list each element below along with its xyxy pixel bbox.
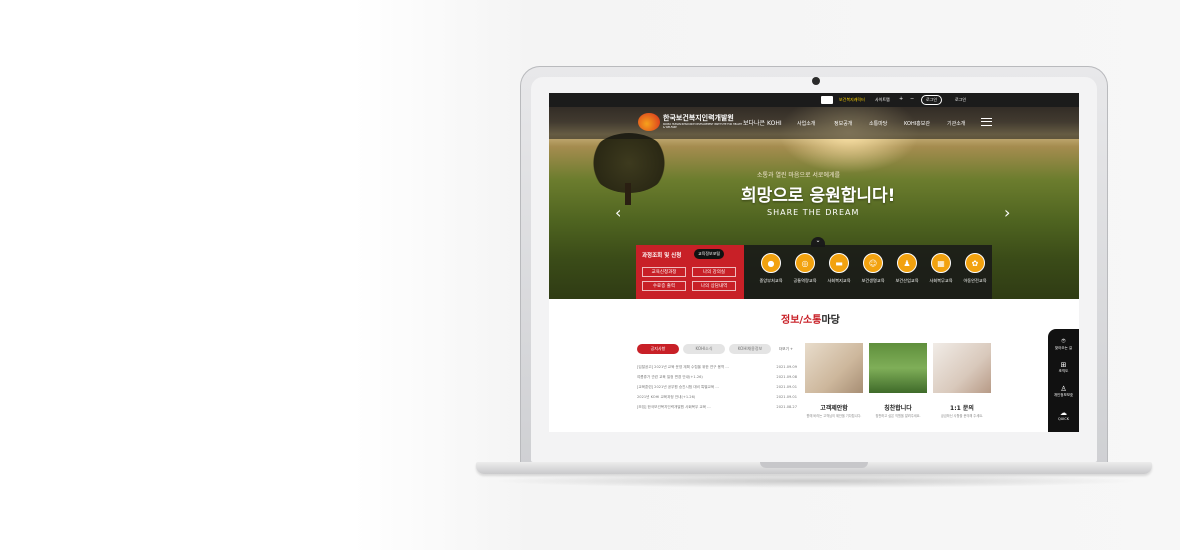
login-link[interactable]: 로그인 bbox=[955, 97, 966, 103]
hero-prev-arrow-icon[interactable]: ‹ bbox=[615, 203, 621, 222]
quick-item-privacy[interactable]: ♙ 개인정보보호 bbox=[1048, 385, 1079, 398]
my-consult-button[interactable]: 나의 상담내역 bbox=[692, 281, 736, 291]
calendar-icon: ▦ bbox=[931, 253, 951, 273]
nav-item-community[interactable]: 소통마당 bbox=[869, 120, 887, 127]
card-subtitle: 궁금하신 사항을 문의해 주세요. bbox=[940, 414, 984, 418]
news-date: 2021.09.01 bbox=[776, 395, 797, 399]
news-title[interactable]: [입찰공고] 2021년 교육 운영 계획 수립을 위한 연구 용역 ... bbox=[637, 365, 757, 370]
section-title-red: 정보/소통 bbox=[781, 315, 822, 326]
my-classroom-button[interactable]: 나의 강의실 bbox=[692, 267, 736, 277]
quick-item-label: 찾아오는 길 bbox=[1054, 346, 1073, 350]
list-item[interactable]: 2021년 KOHI 교육과정 안내(+1.26) 2021.09.01 bbox=[637, 395, 797, 400]
category-bar: ● 중앙부처교육 ◎ 공통역량교육 ▬ 사회복지교육 ☺ 보건생명교육 ♟ 보건… bbox=[744, 245, 992, 299]
quick-item-label: 개인정보보호 bbox=[1053, 393, 1074, 397]
section-title: 정보/소통마당 bbox=[781, 311, 840, 326]
person-icon: ♙ bbox=[1060, 385, 1067, 393]
card-photo bbox=[869, 343, 927, 393]
category-label: 아동안전교육 bbox=[963, 278, 987, 283]
brand-name[interactable]: 한국보건복지인력개발원 bbox=[663, 113, 734, 123]
tab-notice[interactable]: 공지사항 bbox=[637, 344, 679, 354]
laptop-shadow bbox=[490, 474, 1140, 488]
nav-item-disclosure[interactable]: 정보공개 bbox=[834, 120, 852, 127]
brand-subtitle: KOREA HUMAN RESOURCE DEVELOPMENT INSTITU… bbox=[663, 123, 743, 129]
news-title[interactable]: [교육훈련] 2021년 공무원 승진시험 대비 특별교육 ... bbox=[637, 385, 757, 390]
quick-menu: ⌾ 찾아오는 길 ⊞ 조직도 ♙ 개인정보보호 ☁ QUICK bbox=[1048, 329, 1079, 432]
location-pin-icon: ⌾ bbox=[1061, 337, 1066, 345]
target-icon: ◎ bbox=[795, 253, 815, 273]
quick-item-org[interactable]: ⊞ 조직도 bbox=[1048, 361, 1079, 374]
people-icon: ● bbox=[761, 253, 781, 273]
hero-english: SHARE THE DREAM bbox=[767, 208, 860, 217]
card-subtitle: 칭찬하고 싶은 직원을 알려주세요. bbox=[875, 414, 921, 418]
laptop-notch bbox=[760, 462, 868, 468]
logo-icon[interactable] bbox=[638, 113, 660, 131]
quick-item-label: 조직도 bbox=[1058, 369, 1069, 373]
webcam-icon bbox=[812, 77, 820, 85]
kohi-slogan-logo[interactable]: 보다나은 KOHI bbox=[743, 118, 782, 127]
card-title: 칭찬합니다 bbox=[884, 405, 912, 412]
top-utility-bar: 보건복지캐릭터 사이트맵 + − 로그인 로그인 bbox=[549, 93, 1079, 107]
tab-kohi-news[interactable]: KOHI소식 bbox=[683, 344, 725, 354]
section-title-black: 마당 bbox=[821, 315, 840, 326]
hero-title: 희망으로 응원합니다! bbox=[741, 186, 896, 206]
news-title[interactable]: 2021년 KOHI 교육과정 안내(+1.26) bbox=[637, 395, 757, 400]
zoom-in-button[interactable]: + bbox=[899, 96, 903, 102]
list-item[interactable]: 여름휴가 관련 교육 일정 변경 안내(+1.26) 2021.09.08 bbox=[637, 375, 797, 380]
category-child[interactable]: ✿ 아동안전교육 bbox=[955, 253, 995, 284]
group-icon: ♟ bbox=[897, 253, 917, 273]
card-inquiry[interactable]: 1:1 문의 궁금하신 사항을 문의해 주세요. bbox=[933, 343, 991, 429]
zoom-out-button[interactable]: − bbox=[910, 96, 914, 102]
hero-next-arrow-icon[interactable]: › bbox=[1004, 203, 1010, 222]
card-praise[interactable]: 칭찬합니다 칭찬하고 싶은 직원을 알려주세요. bbox=[869, 343, 927, 429]
list-item[interactable]: [모집] 한국보건복지인력개발원 사회복무 교육 ... 2021.08.27 bbox=[637, 405, 797, 410]
news-date: 2021.09.01 bbox=[776, 385, 797, 389]
more-link[interactable]: 더보기 + bbox=[779, 347, 793, 352]
news-date: 2021.08.27 bbox=[776, 405, 797, 409]
top-link-character[interactable]: 보건복지캐릭터 bbox=[839, 97, 865, 103]
news-date: 2021.09.08 bbox=[776, 375, 797, 379]
certificate-print-button[interactable]: 수료증 출력 bbox=[642, 281, 686, 291]
card-photo bbox=[933, 343, 991, 393]
list-item[interactable]: [교육훈련] 2021년 공무원 승진시험 대비 특별교육 ... 2021.09… bbox=[637, 385, 797, 390]
card-subtitle: 원에 바라는 고객님의 제안을 기다립니다. bbox=[806, 414, 862, 418]
course-box-title: 과정조회 및 신청 bbox=[642, 253, 682, 259]
card-icon: ▬ bbox=[829, 253, 849, 273]
tab-kohi-recruit[interactable]: KOHI채용정보 bbox=[729, 344, 771, 354]
org-chart-icon: ⊞ bbox=[1060, 361, 1067, 369]
nav-item-about[interactable]: 기관소개 bbox=[947, 120, 965, 127]
main-nav: 한국보건복지인력개발원 KOREA HUMAN RESOURCE DEVELOP… bbox=[549, 107, 1079, 139]
tree-trunk bbox=[625, 183, 631, 205]
card-title: 고객제안함 bbox=[820, 405, 848, 412]
edu-portal-pill[interactable]: 교육정보포털 bbox=[694, 249, 725, 259]
nav-item-pr[interactable]: KOHI홍보관 bbox=[904, 120, 930, 127]
login-pill[interactable]: 로그인 bbox=[921, 95, 943, 105]
korea-flag-icon[interactable] bbox=[821, 96, 833, 104]
nav-item-business[interactable]: 사업소개 bbox=[797, 120, 815, 127]
child-icon: ✿ bbox=[965, 253, 985, 273]
laptop-screen: 보건복지캐릭터 사이트맵 + − 로그인 로그인 한국보건복지인력개발원 KOR… bbox=[549, 93, 1079, 432]
cloud-icon: ☁ bbox=[1060, 409, 1067, 417]
news-list: [입찰공고] 2021년 교육 운영 계획 수립을 위한 연구 용역 ... 20… bbox=[637, 365, 797, 415]
top-link-sitemap[interactable]: 사이트맵 bbox=[875, 97, 890, 103]
course-box: 과정조회 및 신청 교육정보포털 교육신청과정 나의 강의실 수료증 출력 나의… bbox=[636, 245, 744, 299]
hero-subtitle: 소통과 열린 마음으로 서로에게를 bbox=[757, 172, 841, 179]
course-apply-button[interactable]: 교육신청과정 bbox=[642, 267, 686, 277]
card-title: 1:1 문의 bbox=[950, 405, 974, 412]
hamburger-menu-icon[interactable] bbox=[981, 118, 992, 126]
news-title[interactable]: [모집] 한국보건복지인력개발원 사회복무 교육 ... bbox=[637, 405, 757, 410]
face-icon: ☺ bbox=[863, 253, 883, 273]
card-suggestion[interactable]: 고객제안함 원에 바라는 고객님의 제안을 기다립니다. bbox=[805, 343, 863, 429]
card-photo bbox=[805, 343, 863, 393]
quick-item-label: QUICK bbox=[1057, 417, 1070, 421]
news-date: 2021.09.09 bbox=[776, 365, 797, 369]
news-title[interactable]: 여름휴가 관련 교육 일정 변경 안내(+1.26) bbox=[637, 375, 757, 380]
list-item[interactable]: [입찰공고] 2021년 교육 운영 계획 수립을 위한 연구 용역 ... 20… bbox=[637, 365, 797, 370]
quick-item-quick[interactable]: ☁ QUICK bbox=[1048, 409, 1079, 421]
quick-item-directions[interactable]: ⌾ 찾아오는 길 bbox=[1048, 337, 1079, 351]
